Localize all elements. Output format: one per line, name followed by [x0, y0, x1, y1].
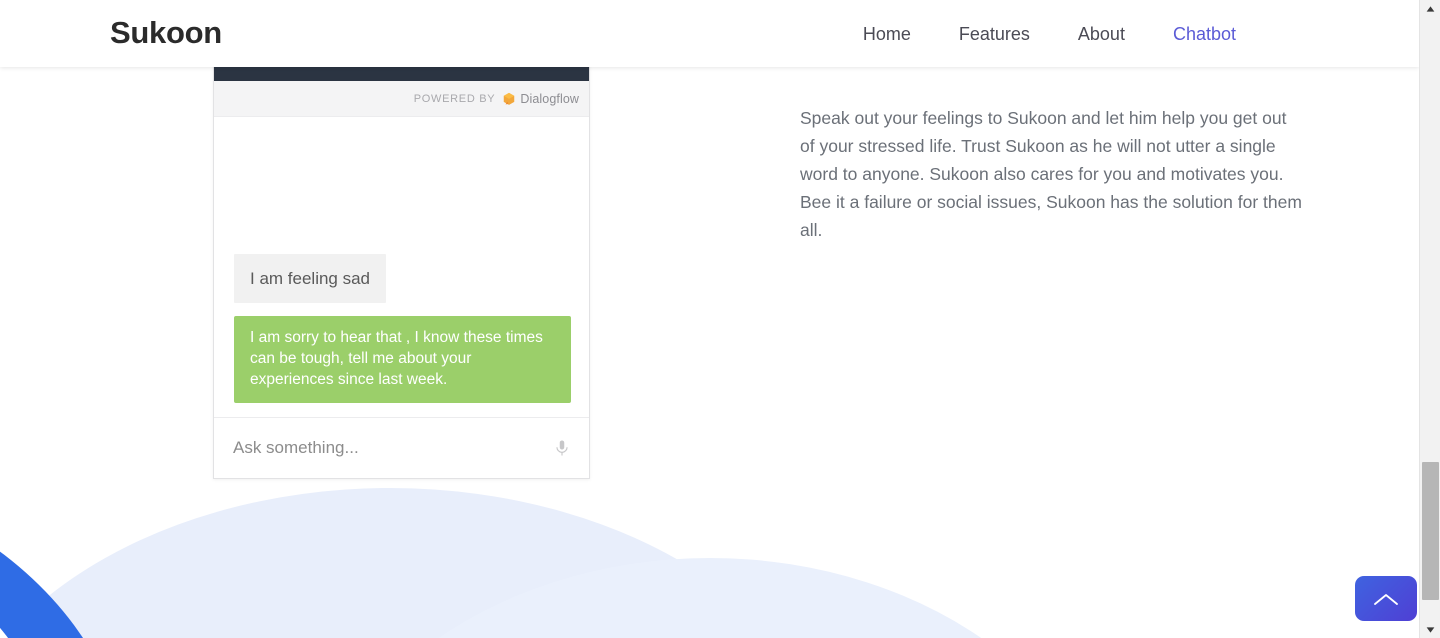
scrollbar-down-arrow[interactable]: [1420, 621, 1440, 638]
nav-item-chatbot[interactable]: Chatbot: [1149, 20, 1260, 48]
chat-input[interactable]: [233, 438, 553, 458]
chat-message-user: I am feeling sad: [234, 254, 387, 303]
page-root: Sukoon Home Features About Chatbot POWER…: [0, 0, 1440, 638]
nav-item-features[interactable]: Features: [935, 20, 1054, 48]
nav-item-home[interactable]: Home: [839, 20, 935, 48]
chat-message-bot: I am sorry to hear that , I know these t…: [234, 316, 571, 403]
scrollbar-thumb[interactable]: [1422, 462, 1439, 600]
scroll-to-top-button[interactable]: [1355, 576, 1417, 621]
chat-message-list: I am feeling sad I am sorry to hear that…: [214, 117, 589, 417]
chatbot-description: Speak out your feelings to Sukoon and le…: [800, 108, 1302, 240]
nav-item-about[interactable]: About: [1054, 20, 1149, 48]
chatbot-widget: POWERED BY Dialogflow I am feeling sad I…: [213, 62, 590, 479]
dialogflow-logo: Dialogflow: [502, 92, 579, 106]
powered-by-bar: POWERED BY Dialogflow: [214, 81, 589, 117]
brand-logo[interactable]: Sukoon: [110, 12, 222, 54]
scrollbar-up-arrow[interactable]: [1420, 0, 1440, 17]
powered-by-label: POWERED BY: [413, 92, 496, 105]
dialogflow-mark-icon: [504, 92, 515, 105]
page-scrollbar[interactable]: [1419, 0, 1440, 638]
main-navigation: Home Features About Chatbot: [839, 20, 1260, 48]
triangle-down-icon: [1426, 626, 1435, 633]
microphone-icon[interactable]: [553, 438, 571, 458]
dialogflow-brand-label: Dialogflow: [520, 91, 579, 106]
chevron-up-icon: [1374, 593, 1398, 605]
chat-input-row: [214, 417, 589, 478]
triangle-up-icon: [1426, 5, 1435, 12]
site-header: Sukoon Home Features About Chatbot: [0, 0, 1419, 67]
